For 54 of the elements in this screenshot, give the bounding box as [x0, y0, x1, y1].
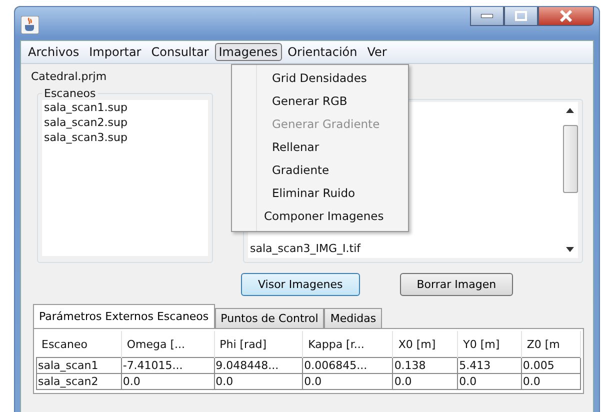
list-item[interactable]: sala_scan2.sup: [42, 115, 208, 130]
menu-item[interactable]: Imagenes: [214, 43, 282, 61]
menu-option[interactable]: Eliminar Ruido: [232, 182, 408, 205]
menu-item[interactable]: Archivos: [24, 43, 84, 61]
list-item[interactable]: sala_scan3.sup: [42, 130, 208, 145]
column-header[interactable]: Z0 [m: [521, 331, 580, 358]
table-cell: 0.0: [392, 374, 458, 390]
list-item[interactable]: sala_scan3_IMG_I.tif: [248, 241, 562, 256]
column-header[interactable]: Escaneo: [36, 331, 122, 358]
close-button[interactable]: [538, 7, 594, 26]
up-arrow-icon[interactable]: [566, 108, 574, 113]
menu-item[interactable]: Importar: [85, 43, 146, 61]
table-cell: 5.413: [458, 358, 522, 374]
scroll-thumb[interactable]: [562, 125, 578, 193]
minimize-button[interactable]: [470, 7, 504, 26]
table-cell: -7.41015...: [121, 358, 214, 374]
table-cell: 0.0: [302, 374, 393, 390]
maximize-icon: [515, 11, 527, 21]
menu-item[interactable]: Consultar: [147, 43, 213, 61]
menu-item[interactable]: Orientación: [284, 43, 362, 61]
menu-option[interactable]: Generar RGB: [232, 90, 408, 113]
list-item[interactable]: sala_scan1.sup: [42, 100, 208, 115]
column-header[interactable]: Y0 [m]: [458, 331, 522, 358]
column-header[interactable]: Phi [rad]: [214, 331, 303, 358]
menu-option[interactable]: Gradiente: [232, 159, 408, 182]
down-arrow-icon[interactable]: [566, 247, 574, 252]
action-button[interactable]: Visor Imagenes: [241, 273, 360, 296]
menu-option[interactable]: Grid Densidades: [232, 67, 408, 90]
tab[interactable]: Parámetros Externos Escaneos: [33, 304, 215, 328]
column-header[interactable]: X0 [m]: [392, 331, 458, 358]
menu-option[interactable]: Rellenar: [232, 136, 408, 159]
table-cell: 0.0: [214, 374, 303, 390]
close-icon: [559, 10, 573, 22]
menu-item[interactable]: Ver: [363, 43, 391, 61]
column-header[interactable]: Kappa [r...: [302, 331, 393, 358]
table-cell: sala_scan2: [36, 374, 122, 390]
column-header[interactable]: Omega [...: [121, 331, 214, 358]
table-cell: sala_scan1: [36, 358, 122, 374]
group-title: Escaneos: [43, 87, 97, 100]
cup-icon: [21, 16, 39, 34]
minimize-icon: [481, 14, 493, 18]
table-cell: 0.0: [521, 374, 580, 390]
table-cell: 0.138: [392, 358, 458, 374]
menu-option[interactable]: Componer Imagenes: [232, 205, 408, 228]
maximize-button[interactable]: [504, 7, 538, 26]
tab[interactable]: Medidas: [324, 308, 382, 328]
project-name: Catedral.prjm: [31, 70, 107, 83]
table-cell: 0.0: [458, 374, 522, 390]
tab[interactable]: Puntos de Control: [214, 308, 324, 328]
table-cell: 0.0: [121, 374, 214, 390]
table-cell: 9.048448...: [214, 358, 303, 374]
table-cell: 0.005: [521, 358, 580, 374]
table-cell: 0.006845...: [302, 358, 393, 374]
action-button[interactable]: Borrar Imagen: [400, 273, 514, 296]
